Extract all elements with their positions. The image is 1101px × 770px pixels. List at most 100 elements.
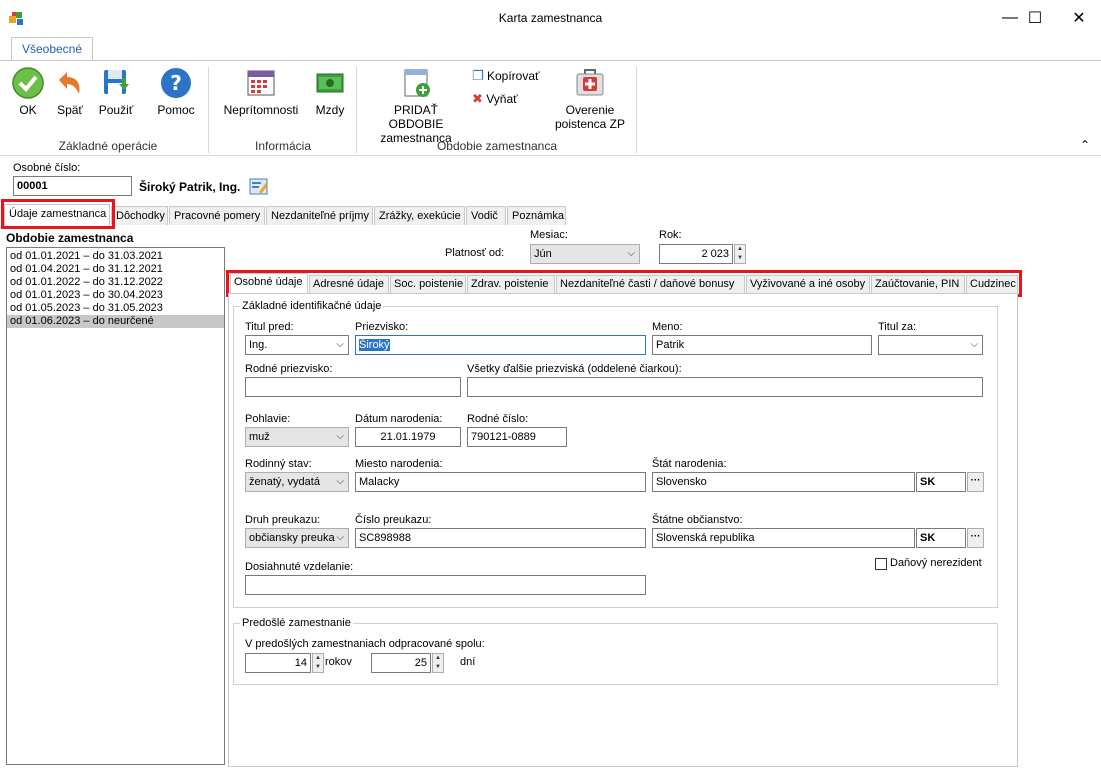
tax-nonresident-checkbox[interactable]	[875, 558, 887, 570]
title-before-label: Titul pred:	[245, 321, 294, 333]
undo-icon	[59, 72, 80, 94]
list-item[interactable]: od 01.04.2021 – do 31.12.2021	[7, 263, 224, 276]
subtab-foreigner[interactable]: Cudzinec	[966, 275, 1018, 293]
list-item[interactable]: od 01.05.2023 – do 31.05.2023	[7, 302, 224, 315]
first-name-input[interactable]: Patrik	[652, 335, 872, 355]
tab-employment[interactable]: Pracovné pomery	[169, 206, 265, 225]
chevron-down-icon: ⌵	[336, 532, 344, 543]
birth-place-input[interactable]: Malacky	[355, 472, 646, 492]
verify-label: Overenie	[565, 103, 615, 117]
up-arrow-icon[interactable]: ▲	[433, 654, 443, 663]
title-before-select[interactable]: Ing. ⌵	[245, 335, 349, 355]
collapse-ribbon-icon[interactable]: ⌃	[1080, 138, 1090, 152]
periods-title: Obdobie zamestnanca	[6, 231, 134, 245]
years-unit-label: rokov	[325, 656, 352, 668]
other-surnames-input[interactable]	[467, 377, 983, 397]
year-stepper[interactable]: ▲ ▼	[734, 244, 746, 264]
marital-status-select[interactable]: ženatý, vydatá ⌵	[245, 472, 349, 492]
education-input[interactable]	[245, 575, 646, 595]
birth-place-label: Miesto narodenia:	[355, 458, 443, 470]
year-input[interactable]: 2 023	[659, 244, 733, 264]
edit-card-icon[interactable]	[249, 177, 269, 196]
subtab-social[interactable]: Soc. poistenie	[390, 275, 466, 293]
tab-pensions[interactable]: Dôchodky	[111, 206, 168, 225]
svg-text:?: ?	[170, 71, 182, 95]
chevron-down-icon: ⌵	[336, 476, 344, 487]
surname-input[interactable]: Široký	[355, 335, 646, 355]
month-value: Jún	[534, 248, 552, 260]
gender-select[interactable]: muž ⌵	[245, 427, 349, 447]
previous-years-input[interactable]: 14	[245, 653, 311, 673]
add-period-label: PRIDAŤ OBDOBIE	[388, 103, 444, 131]
absences-button[interactable]: Neprítomnosti	[218, 66, 304, 117]
id-number-label: Číslo preukazu:	[355, 514, 432, 526]
chevron-down-icon: ⌵	[627, 248, 635, 259]
tab-note[interactable]: Poznámka	[507, 206, 566, 225]
citizenship-input[interactable]: Slovenská republika	[652, 528, 915, 548]
add-period-button[interactable]: PRIDAŤ OBDOBIE zamestnanca	[366, 66, 466, 145]
subtab-personal[interactable]: Osobné údaje	[230, 273, 308, 294]
tab-untaxed-income[interactable]: Nezdaniteľné príjmy	[266, 206, 373, 225]
subtab-dependents[interactable]: Vyživované a iné osoby	[746, 275, 870, 293]
years-stepper[interactable]: ▲ ▼	[312, 653, 324, 673]
surname-label: Priezvisko:	[355, 321, 409, 333]
subtab-accounting-pin[interactable]: Zaúčtovanie, PIN	[871, 275, 965, 293]
subtab-tax-bonus[interactable]: Nezdaniteľné časti / daňové bonusy	[556, 275, 745, 293]
cut-label: Vyňať	[486, 92, 518, 106]
birth-country-picker-button[interactable]: ···	[967, 472, 984, 492]
ribbon-tab-vseobecne[interactable]: Všeobecné	[11, 37, 93, 61]
ok-button[interactable]: OK	[8, 66, 48, 117]
citizenship-code: SK	[916, 528, 966, 548]
copy-icon: ❐	[472, 68, 484, 83]
wages-button[interactable]: Mzdy	[310, 66, 350, 117]
list-item[interactable]: od 01.06.2023 – do neurčené	[7, 315, 224, 328]
maximize-button[interactable]: ☐	[1012, 0, 1058, 36]
previous-days-input[interactable]: 25	[371, 653, 431, 673]
ok-label: OK	[19, 103, 37, 117]
copy-button[interactable]: ❐ Kopírovať	[472, 68, 552, 84]
apply-button[interactable]: Použiť	[96, 66, 136, 117]
group-separator	[208, 67, 209, 153]
calendar-icon	[247, 70, 275, 96]
birth-surname-input[interactable]	[245, 377, 461, 397]
employee-name: Široký Patrik, Ing.	[139, 180, 241, 194]
down-arrow-icon[interactable]: ▼	[313, 663, 323, 672]
verify-insured-button[interactable]: Overenie poistenca ZP	[552, 66, 628, 131]
birth-number-label: Rodné číslo:	[467, 413, 529, 425]
close-button[interactable]: ✕	[1056, 0, 1101, 36]
down-arrow-icon[interactable]: ▼	[433, 663, 443, 672]
up-arrow-icon[interactable]: ▲	[313, 654, 323, 663]
wages-label: Mzdy	[315, 103, 345, 117]
id-number-input[interactable]: SC898988	[355, 528, 646, 548]
tab-deductions[interactable]: Zrážky, exekúcie	[374, 206, 465, 225]
close-icon: ✕	[1072, 10, 1086, 27]
birth-date-input[interactable]: 21.01.1979	[355, 427, 461, 447]
id-type-select[interactable]: občiansky preuka ⌵	[245, 528, 349, 548]
chevron-down-icon: ⌵	[336, 431, 344, 442]
tab-employee-data[interactable]: Údaje zamestnanca	[4, 204, 110, 226]
cut-button[interactable]: ✖ Vyňať	[472, 91, 552, 107]
title-after-select[interactable]: ⌵	[878, 335, 983, 355]
up-arrow-icon[interactable]: ▲	[735, 245, 745, 254]
tab-driver[interactable]: Vodič	[466, 206, 506, 225]
down-arrow-icon[interactable]: ▼	[735, 254, 745, 263]
help-button[interactable]: ? Pomoc	[154, 66, 198, 117]
days-stepper[interactable]: ▲ ▼	[432, 653, 444, 673]
group-separator	[636, 67, 637, 153]
birth-country-input[interactable]: Slovensko	[652, 472, 915, 492]
subtab-address[interactable]: Adresné údaje	[309, 275, 389, 293]
medkit-icon	[576, 69, 604, 96]
list-item[interactable]: od 01.01.2023 – do 30.04.2023	[7, 289, 224, 302]
citizenship-picker-button[interactable]: ···	[967, 528, 984, 548]
subtab-health[interactable]: Zdrav. poistenie	[467, 275, 555, 293]
group-label-info: Informácia	[254, 139, 312, 153]
list-item[interactable]: od 01.01.2022 – do 31.12.2022	[7, 276, 224, 289]
list-item[interactable]: od 01.01.2021 – do 31.03.2021	[7, 250, 224, 263]
back-button[interactable]: Späť	[52, 66, 88, 117]
previous-employment-group: Predošlé zamestnanie	[233, 617, 998, 685]
copy-label: Kopírovať	[487, 69, 540, 83]
personal-number-input[interactable]: 00001	[13, 176, 132, 196]
birth-number-input[interactable]: 790121-0889	[467, 427, 567, 447]
month-select[interactable]: Jún ⌵	[530, 244, 640, 264]
period-list[interactable]: od 01.01.2021 – do 31.03.2021 od 01.04.2…	[6, 247, 225, 765]
